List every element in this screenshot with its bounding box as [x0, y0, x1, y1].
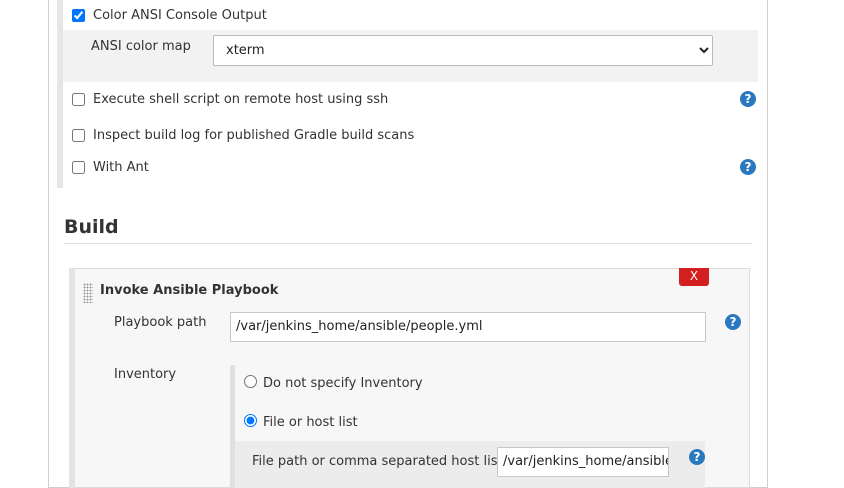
playbook-path-input[interactable]: /var/jenkins_home/ansible/people.yml [230, 312, 706, 342]
env-group-bar [57, 0, 63, 188]
remote-shell-checkbox[interactable] [72, 93, 85, 106]
gradle-scans-label: Inspect build log for published Gradle b… [93, 128, 415, 143]
step-title: Invoke Ansible Playbook [100, 283, 279, 298]
hostlist-label: File path or comma separated host list [252, 454, 503, 469]
with-ant-label: With Ant [93, 160, 149, 175]
color-ansi-checkbox[interactable] [72, 9, 85, 22]
drag-handle-icon[interactable] [83, 283, 93, 303]
playbook-path-value: /var/jenkins_home/ansible/people.yml [236, 319, 483, 334]
playbook-path-label: Playbook path [114, 315, 207, 330]
inventory-label: Inventory [114, 367, 177, 382]
gradle-scans-checkbox[interactable] [72, 129, 85, 142]
hostlist-input[interactable]: /var/jenkins_home/ansible [497, 447, 669, 477]
build-section-title: Build [64, 216, 119, 238]
inventory-file-radio[interactable] [244, 414, 257, 427]
build-step-bar [69, 268, 75, 488]
hostlist-help-icon[interactable]: ? [689, 449, 705, 465]
with-ant-help-icon[interactable]: ? [740, 159, 756, 175]
delete-step-button[interactable]: X [679, 268, 709, 286]
hostlist-value: /var/jenkins_home/ansible [503, 454, 669, 469]
inventory-none-label: Do not specify Inventory [263, 376, 423, 391]
inventory-none-radio[interactable] [244, 375, 257, 388]
ansi-map-select[interactable]: xterm [213, 35, 713, 66]
with-ant-checkbox[interactable] [72, 161, 85, 174]
color-ansi-label: Color ANSI Console Output [93, 8, 267, 23]
playbook-help-icon[interactable]: ? [725, 314, 741, 330]
remote-shell-help-icon[interactable]: ? [740, 91, 756, 107]
build-divider [64, 243, 752, 244]
job-config-panel: Color ANSI Console Output ANSI color map… [48, 0, 768, 488]
inventory-file-label: File or host list [263, 415, 358, 430]
ansi-map-label: ANSI color map [91, 39, 191, 54]
remote-shell-label: Execute shell script on remote host usin… [93, 92, 389, 107]
